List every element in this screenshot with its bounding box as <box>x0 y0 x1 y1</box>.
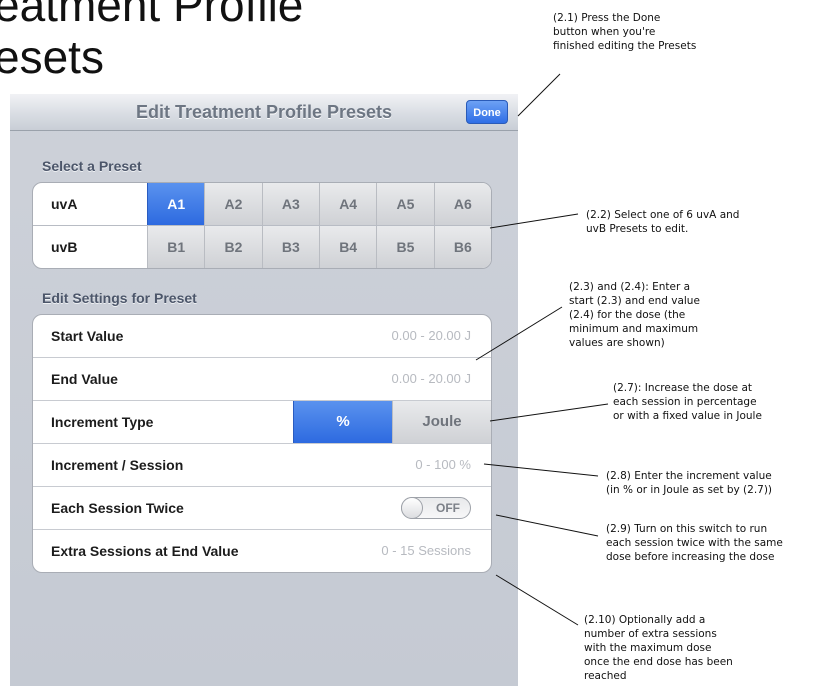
start-value-field[interactable]: 0.00 - 20.00 J <box>392 315 472 357</box>
segment-b4[interactable]: B4 <box>318 226 377 268</box>
uva-segmented-control: A1 A2 A3 A4 A5 A6 <box>147 183 491 225</box>
increment-session-row[interactable]: Increment / Session 0 - 100 % <box>33 443 491 486</box>
each-session-twice-row: Each Session Twice OFF <box>33 486 491 529</box>
end-value-label: End Value <box>51 371 118 387</box>
extra-sessions-field[interactable]: 0 - 15 Sessions <box>381 530 471 572</box>
preset-row-label: uvB <box>51 239 78 255</box>
increment-session-label: Increment / Session <box>51 457 184 473</box>
select-preset-header: Select a Preset <box>42 158 142 174</box>
ipad-screen: Edit Treatment Profile Presets Done Sele… <box>10 94 518 686</box>
segment-a6[interactable]: A6 <box>433 183 491 225</box>
segment-b1[interactable]: B1 <box>147 226 205 268</box>
start-value-row[interactable]: Start Value 0.00 - 20.00 J <box>33 315 491 357</box>
nav-title: Edit Treatment Profile Presets <box>135 102 393 122</box>
extra-sessions-row[interactable]: Extra Sessions at End Value 0 - 15 Sessi… <box>33 529 491 572</box>
done-button[interactable]: Done <box>466 100 508 124</box>
slide-title-line-2: esets <box>0 31 104 83</box>
each-session-twice-switch[interactable]: OFF <box>401 497 471 519</box>
switch-state-label: OFF <box>436 501 460 515</box>
preset-row-label: uvA <box>51 196 78 212</box>
segment-a3[interactable]: A3 <box>261 183 319 225</box>
segment-a4[interactable]: A4 <box>318 183 377 225</box>
annotation-2-2: (2.2) Select one of 6 uvA and uvB Preset… <box>586 209 740 235</box>
end-value-field[interactable]: 0.00 - 20.00 J <box>392 358 472 400</box>
slide-title-line-1: eatment Profile <box>0 0 304 31</box>
segment-a5[interactable]: A5 <box>376 183 434 225</box>
navigation-bar: Edit Treatment Profile Presets Done <box>10 94 518 131</box>
increment-type-segmented-control: % Joule <box>293 401 491 443</box>
switch-knob[interactable] <box>401 497 423 519</box>
start-value-label: Start Value <box>51 328 124 344</box>
increment-type-row: Increment Type % Joule <box>33 400 491 443</box>
annotation-2-9: (2.9) Turn on this switch to run each se… <box>606 523 783 563</box>
uvb-segmented-control: B1 B2 B3 B4 B5 B6 <box>147 226 491 268</box>
segment-b2[interactable]: B2 <box>204 226 262 268</box>
segment-a2[interactable]: A2 <box>204 183 262 225</box>
preset-row-uvb: uvB B1 B2 B3 B4 B5 B6 <box>33 225 491 268</box>
segment-b5[interactable]: B5 <box>376 226 434 268</box>
annotation-2-7: (2.7): Increase the dose at each session… <box>613 382 762 422</box>
segment-percent[interactable]: % <box>293 401 392 443</box>
annotation-2-8: (2.8) Enter the increment value (in % or… <box>606 470 773 496</box>
leader-line-2-1 <box>517 73 561 117</box>
extra-sessions-label: Extra Sessions at End Value <box>51 543 239 559</box>
segment-a1[interactable]: A1 <box>147 183 205 225</box>
segment-b3[interactable]: B3 <box>261 226 319 268</box>
settings-group: Start Value 0.00 - 20.00 J End Value 0.0… <box>32 314 492 573</box>
segment-joule[interactable]: Joule <box>392 401 491 443</box>
end-value-row[interactable]: End Value 0.00 - 20.00 J <box>33 357 491 400</box>
annotation-2-10: (2.10) Optionally add a number of extra … <box>584 614 733 682</box>
increment-session-field[interactable]: 0 - 100 % <box>415 444 471 486</box>
edit-settings-header: Edit Settings for Preset <box>42 290 197 306</box>
preset-row-uva: uvA A1 A2 A3 A4 A5 A6 <box>33 183 491 225</box>
annotation-2-3: (2.3) and (2.4): Enter a start (2.3) and… <box>569 281 700 349</box>
each-session-twice-label: Each Session Twice <box>51 500 184 516</box>
segment-b6[interactable]: B6 <box>433 226 491 268</box>
increment-type-label: Increment Type <box>51 414 154 430</box>
preset-selector-group: uvA A1 A2 A3 A4 A5 A6 uvB B1 B2 B3 B4 B5… <box>32 182 492 269</box>
annotation-2-1: (2.1) Press the Done button when you're … <box>553 12 697 52</box>
